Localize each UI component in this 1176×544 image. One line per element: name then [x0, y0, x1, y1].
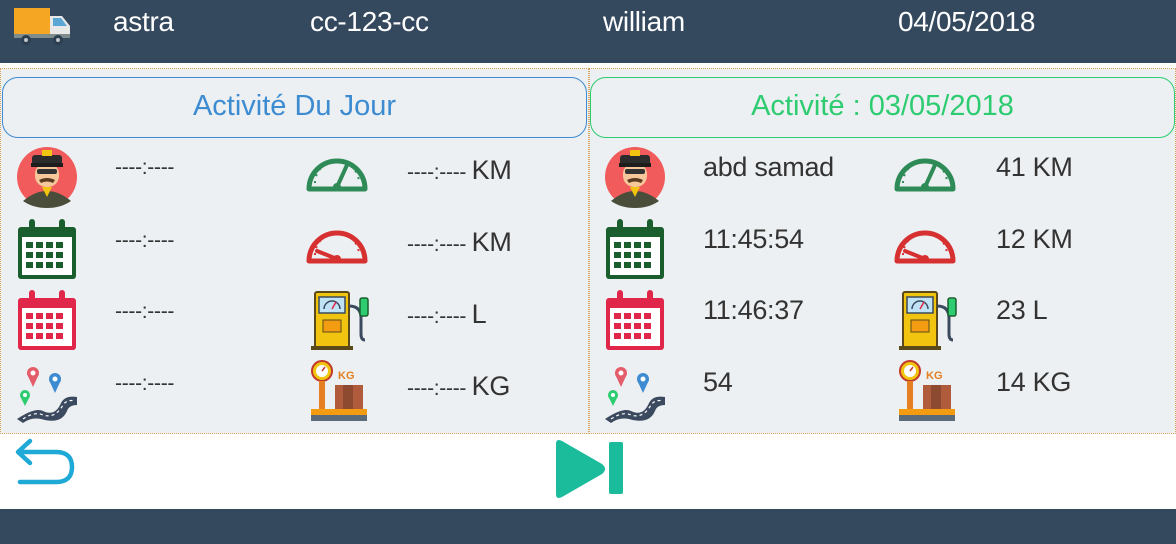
calendar-green-icon — [18, 219, 76, 279]
previous-km-end-value: 12 KM — [996, 224, 1073, 254]
today-weight-unit: KG — [471, 371, 511, 401]
scale-kg-icon — [898, 360, 956, 422]
previous-fuel-value: 23 L — [996, 295, 1048, 325]
previous-weight-value: 14 KG — [996, 367, 1072, 397]
skip-next-icon[interactable] — [552, 438, 626, 500]
previous-activity-title: Activité : 03/05/2018 — [590, 77, 1175, 138]
today-km-end-value: ----:---- — [407, 233, 467, 256]
previous-end-time-value: 11:46:37 — [703, 295, 804, 325]
taxi-driver-icon — [17, 147, 77, 208]
road-route-icon — [16, 366, 78, 424]
today-km-start: ----:---- KM — [407, 155, 512, 186]
today-end-time-value: ----:---- — [115, 300, 175, 323]
today-activity-panel: Activité Du Jour ----:---- ----:---- ---… — [0, 68, 589, 434]
previous-driver-value: abd samad — [703, 152, 834, 182]
today-km-end-unit: KM — [471, 227, 512, 257]
taxi-driver-icon — [605, 147, 665, 208]
calendar-green-icon — [606, 219, 664, 279]
calendar-red-icon — [18, 290, 76, 350]
driver-name: william — [603, 6, 685, 37]
today-fuel-unit: L — [471, 299, 487, 329]
calendar-red-icon — [606, 290, 664, 350]
previous-activity-panel: Activité : 03/05/2018 abd samad 11:45:54… — [589, 68, 1176, 434]
speedometer-red-icon — [305, 215, 369, 279]
back-arrow-icon[interactable] — [12, 434, 78, 494]
truck-icon — [14, 8, 70, 45]
previous-km-start-value: 41 KM — [996, 152, 1073, 182]
today-distance-value: ----:---- — [115, 372, 175, 395]
road-route-icon — [604, 366, 666, 424]
today-km-start-unit: KM — [471, 155, 512, 185]
previous-start-time-value: 11:45:54 — [703, 224, 804, 254]
scale-kg-icon — [310, 360, 368, 422]
today-start-time-value: ----:---- — [115, 229, 175, 252]
speedometer-green-icon — [305, 143, 369, 207]
previous-distance-value: 54 — [703, 367, 733, 397]
today-weight: ----:---- KG — [407, 371, 510, 402]
today-km-start-value: ----:---- — [407, 161, 467, 184]
vehicle-name: astra — [113, 6, 174, 37]
footer-bar — [0, 509, 1176, 544]
current-date: 04/05/2018 — [898, 6, 1036, 37]
today-activity-title: Activité Du Jour — [2, 77, 587, 138]
today-fuel: ----:---- L — [407, 299, 487, 330]
today-km-end: ----:---- KM — [407, 227, 512, 258]
speedometer-green-icon — [893, 143, 957, 207]
today-fuel-value: ----:---- — [407, 305, 467, 328]
fuel-pump-icon — [897, 290, 958, 352]
today-weight-value: ----:---- — [407, 377, 467, 400]
vehicle-plate: cc-123-cc — [310, 6, 429, 37]
header-bar: astra cc-123-cc william 04/05/2018 — [0, 0, 1176, 63]
today-driver-value: ----:---- — [115, 156, 175, 179]
fuel-pump-icon — [309, 290, 370, 352]
speedometer-red-icon — [893, 215, 957, 279]
